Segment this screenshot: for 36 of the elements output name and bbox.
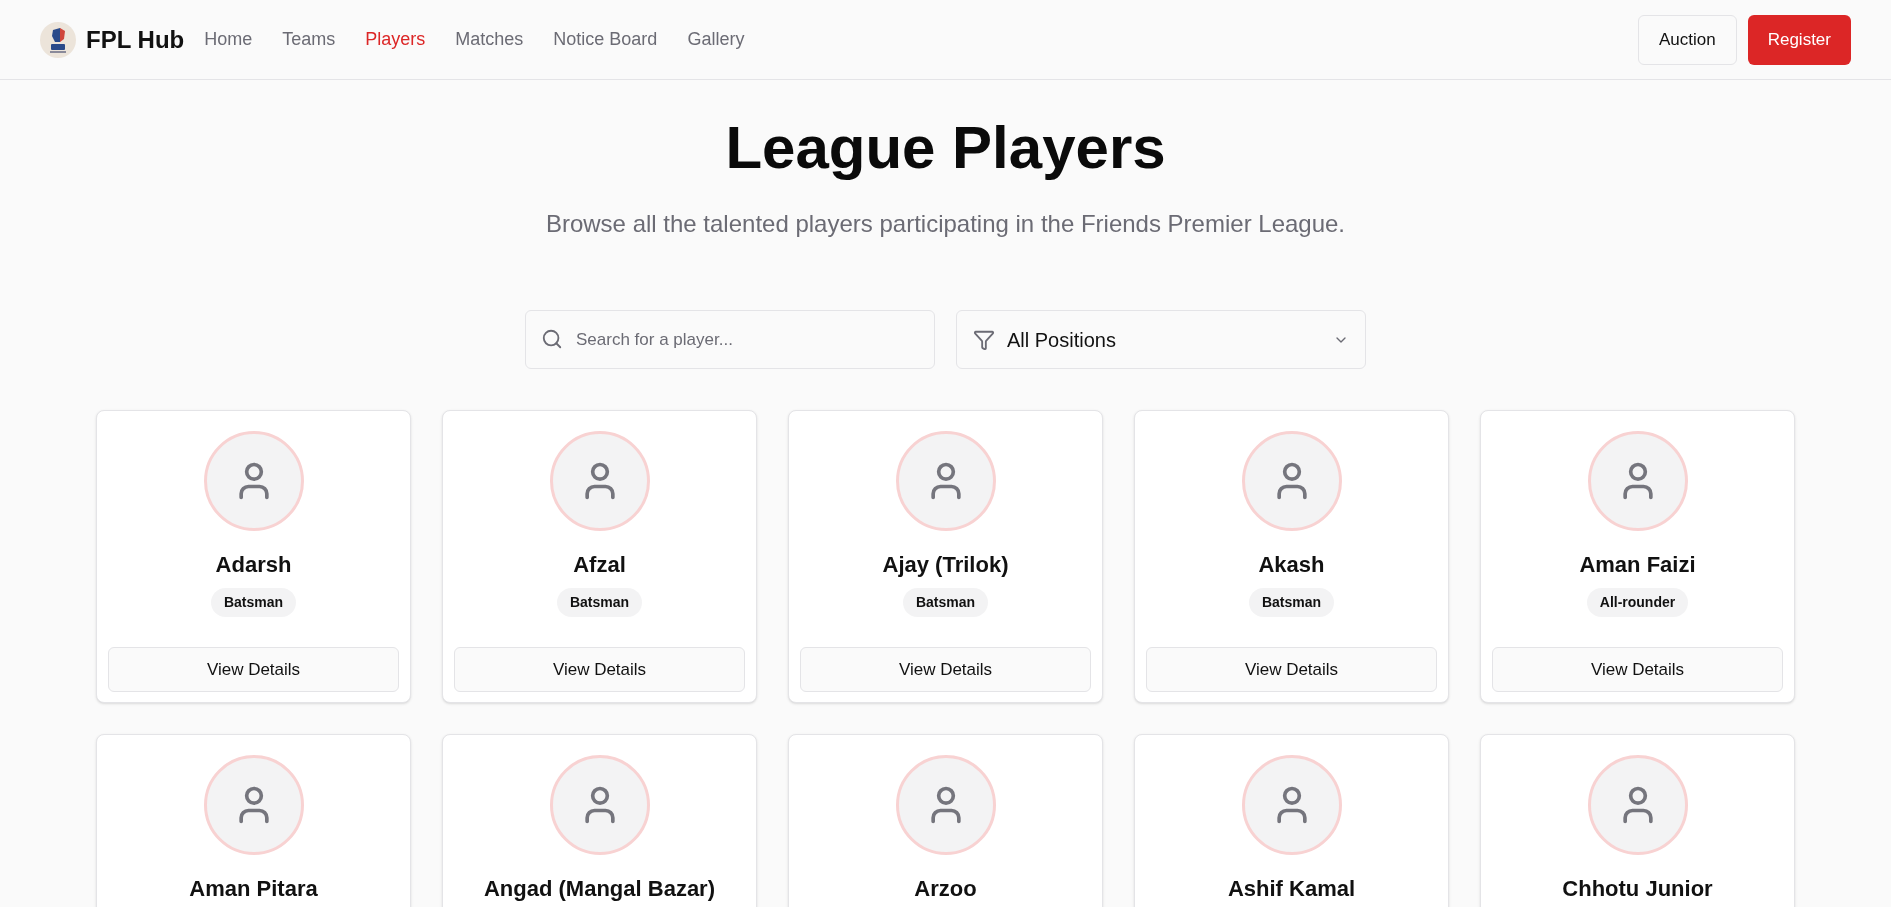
logo-icon — [40, 21, 76, 58]
position-tag: All-rounder — [1586, 588, 1689, 617]
page-subtitle: Browse all the talented players participating in the Friends Premier League. — [544, 209, 1347, 239]
register-button[interactable]: Register — [1747, 14, 1851, 65]
position-tag: Batsman — [556, 588, 643, 617]
player-name: Chhotu Junior — [1562, 875, 1713, 903]
player-name: Angad (Mangal Bazar) — [484, 875, 715, 903]
nav-link[interactable]: Notice Board — [553, 26, 658, 53]
search-icon — [541, 328, 563, 350]
view-details-button[interactable]: View Details — [1146, 647, 1437, 692]
view-details-button[interactable]: View Details — [108, 647, 399, 692]
nav-link[interactable]: Gallery — [687, 26, 745, 53]
player-name: Ashif Kamal — [1227, 875, 1356, 903]
player-name: Adarsh — [215, 551, 292, 579]
auction-button[interactable]: Auction — [1638, 14, 1737, 65]
player-name: Afzal — [573, 551, 626, 579]
nav-link[interactable]: Home — [204, 26, 253, 53]
player-name: Aman Faizi — [1579, 551, 1696, 579]
position-tag: Batsman — [1248, 588, 1335, 617]
nav-link[interactable]: Matches — [455, 26, 524, 53]
view-details-button[interactable]: View Details — [1492, 647, 1783, 692]
nav-link[interactable]: Players — [365, 26, 426, 53]
filter-icon — [973, 328, 995, 351]
position-dropdown[interactable]: All Positions — [956, 310, 1366, 369]
position-tag: Batsman — [902, 588, 989, 617]
player-name: Akash — [1258, 551, 1325, 579]
nav-link[interactable]: Teams — [282, 26, 336, 53]
page-title: League Players — [724, 113, 1167, 183]
position-tag: Batsman — [210, 588, 297, 617]
player-name: Arzoo — [914, 875, 977, 903]
view-details-button[interactable]: View Details — [454, 647, 745, 692]
view-details-button[interactable]: View Details — [800, 647, 1091, 692]
player-name: Aman Pitara — [189, 875, 318, 903]
player-name: Ajay (Trilok) — [882, 551, 1009, 579]
search-field[interactable]: Search for a player... — [525, 310, 935, 369]
brand-name: FPL Hub — [86, 24, 185, 55]
